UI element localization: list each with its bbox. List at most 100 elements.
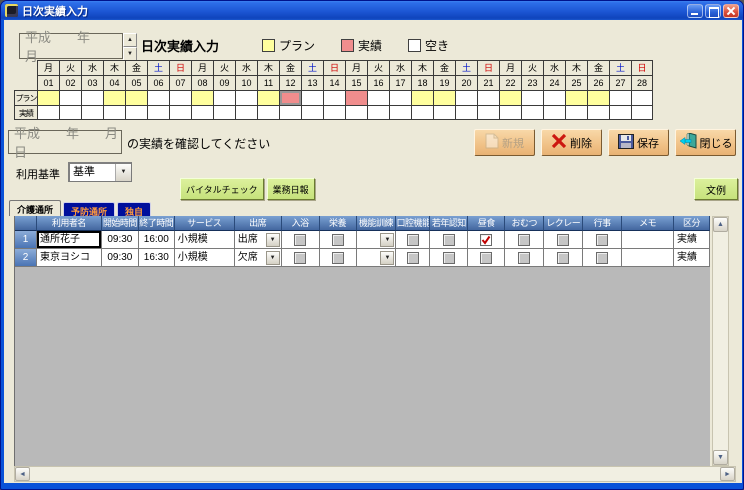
- calendar-actual-cell[interactable]: [477, 105, 499, 120]
- delete-button[interactable]: 削除: [541, 129, 602, 156]
- calendar-actual-cell[interactable]: [257, 105, 279, 120]
- calendar-actual-cell[interactable]: [169, 105, 191, 120]
- combo-arrow-icon[interactable]: ▼: [115, 164, 131, 181]
- calendar-date-cell[interactable]: 11: [257, 75, 279, 90]
- scroll-right-icon[interactable]: ►: [720, 467, 735, 481]
- checkbox-bath[interactable]: [294, 234, 306, 246]
- calendar-date-cell[interactable]: 05: [125, 75, 147, 90]
- calendar-plan-cell[interactable]: [213, 90, 235, 105]
- dropdown-arrow-icon[interactable]: ▼: [266, 251, 280, 265]
- calendar-actual-cell[interactable]: [389, 105, 411, 120]
- calendar-actual-cell[interactable]: [301, 105, 323, 120]
- calendar-date-cell[interactable]: 07: [169, 75, 191, 90]
- cell-memo[interactable]: [622, 231, 674, 249]
- scroll-left-icon[interactable]: ◄: [15, 467, 30, 481]
- basis-combobox[interactable]: 基準 ▼: [68, 162, 132, 182]
- calendar-actual-cell[interactable]: [235, 105, 257, 120]
- cell-kubun[interactable]: 実績: [674, 231, 710, 249]
- calendar-date-cell[interactable]: 06: [147, 75, 169, 90]
- calendar-actual-cell[interactable]: [433, 105, 455, 120]
- dropdown-arrow-icon[interactable]: ▼: [380, 251, 394, 265]
- calendar-plan-cell[interactable]: [609, 90, 631, 105]
- calendar-actual-cell[interactable]: [411, 105, 433, 120]
- calendar-date-cell[interactable]: 25: [565, 75, 587, 90]
- bunrei-button[interactable]: 文例: [694, 178, 738, 200]
- checkbox-nutrition[interactable]: [332, 252, 344, 264]
- calendar-date-cell[interactable]: 18: [411, 75, 433, 90]
- horizontal-scrollbar[interactable]: ◄ ►: [14, 466, 736, 482]
- calendar-date-cell[interactable]: 02: [59, 75, 81, 90]
- calendar-actual-cell[interactable]: [147, 105, 169, 120]
- tab-0[interactable]: 介護通所: [9, 200, 61, 216]
- new-button[interactable]: 新規: [474, 129, 535, 156]
- calendar-actual-cell[interactable]: [103, 105, 125, 120]
- calendar-date-cell[interactable]: 12: [279, 75, 301, 90]
- calendar-date-cell[interactable]: 08: [191, 75, 213, 90]
- calendar-plan-cell[interactable]: [565, 90, 587, 105]
- calendar-actual-cell[interactable]: [609, 105, 631, 120]
- cell-start[interactable]: 09:30: [102, 231, 139, 249]
- calendar-plan-cell[interactable]: [81, 90, 103, 105]
- calendar-date-cell[interactable]: 26: [587, 75, 609, 90]
- calendar-actual-cell[interactable]: [59, 105, 81, 120]
- calendar-date-cell[interactable]: 27: [609, 75, 631, 90]
- calendar-actual-cell[interactable]: [587, 105, 609, 120]
- calendar-plan-cell[interactable]: [169, 90, 191, 105]
- calendar-plan-cell[interactable]: [389, 90, 411, 105]
- calendar-actual-cell[interactable]: [499, 105, 521, 120]
- cell-attendance[interactable]: 出席▼: [235, 231, 282, 249]
- calendar-plan-cell[interactable]: [125, 90, 147, 105]
- calendar-plan-cell[interactable]: [345, 90, 367, 105]
- calendar-plan-cell[interactable]: [235, 90, 257, 105]
- checkbox-bath[interactable]: [294, 252, 306, 264]
- cell-kubun[interactable]: 実績: [674, 249, 710, 267]
- calendar-plan-cell[interactable]: [59, 90, 81, 105]
- close-icon[interactable]: [723, 4, 739, 18]
- calendar-actual-cell[interactable]: [631, 105, 653, 120]
- calendar-plan-cell[interactable]: [455, 90, 477, 105]
- checkbox-diaper[interactable]: [518, 252, 530, 264]
- cell-service[interactable]: 小規模: [175, 249, 235, 267]
- checkbox-oral[interactable]: [407, 234, 419, 246]
- calendar-actual-cell[interactable]: [81, 105, 103, 120]
- spin-up-icon[interactable]: ▲: [123, 33, 137, 47]
- daily-report-button[interactable]: 業務日報: [267, 178, 315, 200]
- calendar-date-cell[interactable]: 10: [235, 75, 257, 90]
- calendar-date-cell[interactable]: 17: [389, 75, 411, 90]
- checkbox-oral[interactable]: [407, 252, 419, 264]
- scroll-up-icon[interactable]: ▲: [713, 217, 728, 232]
- checkbox-lunch[interactable]: [480, 234, 492, 246]
- confirm-date-field[interactable]: 平成 年 月 日: [8, 130, 122, 154]
- checkbox-diaper[interactable]: [518, 234, 530, 246]
- calendar-date-cell[interactable]: 09: [213, 75, 235, 90]
- calendar-date-cell[interactable]: 21: [477, 75, 499, 90]
- calendar-actual-cell[interactable]: [279, 105, 301, 120]
- calendar-date-cell[interactable]: 16: [367, 75, 389, 90]
- cell-start[interactable]: 09:30: [102, 249, 139, 267]
- calendar-plan-cell[interactable]: [433, 90, 455, 105]
- maximize-icon[interactable]: [705, 4, 721, 18]
- calendar-date-cell[interactable]: 24: [543, 75, 565, 90]
- checkbox-dementia[interactable]: [443, 252, 455, 264]
- checkbox-event[interactable]: [596, 234, 608, 246]
- calendar-actual-cell[interactable]: [367, 105, 389, 120]
- calendar-plan-cell[interactable]: [411, 90, 433, 105]
- checkbox-event[interactable]: [596, 252, 608, 264]
- checkbox-nutrition[interactable]: [332, 234, 344, 246]
- calendar-plan-cell[interactable]: [37, 90, 59, 105]
- year-month-field[interactable]: 平成 年 月: [19, 33, 123, 59]
- cell-end[interactable]: 16:00: [139, 231, 175, 249]
- checkbox-lunch[interactable]: [480, 252, 492, 264]
- calendar-actual-cell[interactable]: [521, 105, 543, 120]
- calendar-date-cell[interactable]: 03: [81, 75, 103, 90]
- calendar-actual-cell[interactable]: [543, 105, 565, 120]
- calendar-plan-cell[interactable]: [103, 90, 125, 105]
- cell-attendance[interactable]: 欠席▼: [235, 249, 282, 267]
- calendar-plan-cell[interactable]: [477, 90, 499, 105]
- checkbox-dementia[interactable]: [443, 234, 455, 246]
- calendar-actual-cell[interactable]: [565, 105, 587, 120]
- calendar-date-cell[interactable]: 14: [323, 75, 345, 90]
- calendar-date-cell[interactable]: 15: [345, 75, 367, 90]
- calendar-date-cell[interactable]: 28: [631, 75, 653, 90]
- calendar-actual-cell[interactable]: [213, 105, 235, 120]
